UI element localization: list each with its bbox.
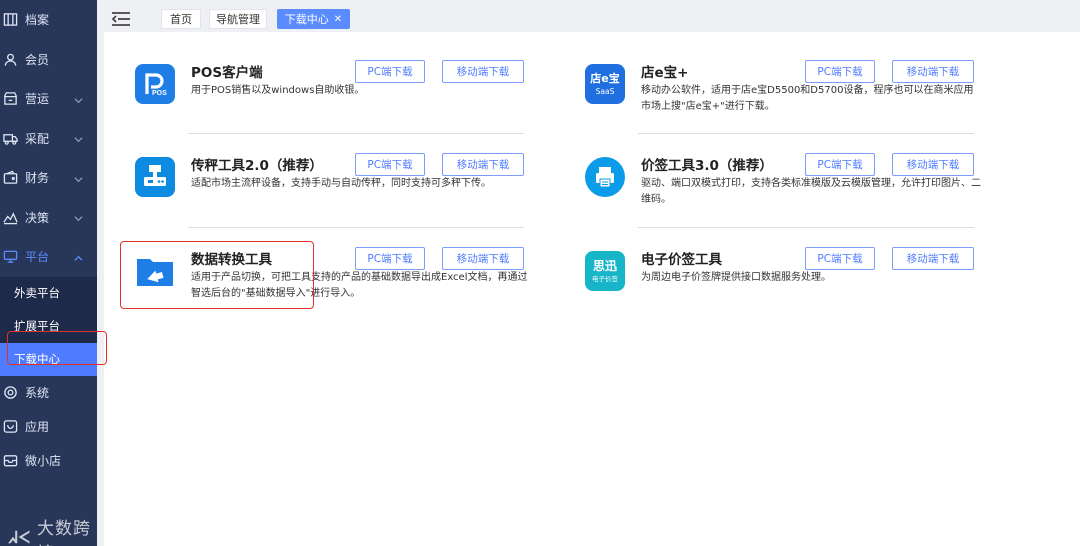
card-description: 移动办公软件，适用于店e宝D5500和D5700设备，程序也可以在商米应用市场上… [641,85,974,112]
sidebar-item-label: 平台 [25,250,50,265]
sidebar-item-label: 系统 [25,386,50,400]
card-description: 为周边电子价签牌提供接口数据服务处理。 [641,272,831,283]
svg-text:POS: POS [152,90,167,97]
sidebar-item-application[interactable]: 应用 [0,410,97,444]
shop-icon [2,453,18,469]
icon-subtext: 电子价签 [592,274,618,283]
monitor-icon [2,249,18,265]
card-title: 传秤工具2.0（推荐） [191,158,323,174]
sidebar-item-label: 营运 [25,92,50,107]
pc-download-button[interactable]: PC端下载 [805,60,875,83]
sidebar-item-label: 决策 [25,210,50,225]
tab-navigation-management[interactable]: 导航管理 [209,9,267,29]
mobile-download-button[interactable]: 移动端下载 [892,153,974,176]
card-title: 电子价签工具 [641,252,722,268]
mobile-download-button[interactable]: 移动端下载 [892,60,974,83]
sidebar-item-archive[interactable]: 档案 [0,0,97,40]
sidebar-subitem-takeaway[interactable]: 外卖平台 [0,277,97,310]
archive-icon [2,12,18,28]
divider [188,133,524,134]
chevron-down-icon [74,94,83,103]
highlight-box [120,241,314,309]
sidebar-item-platform[interactable]: 平台 [0,237,97,277]
app-root: 档案 会员 营运 采配 财务 决策 平台 外卖平台 扩展平台 下载中心 系统 应… [0,0,1080,546]
divider [188,227,524,228]
tab-label: 首页 [170,13,192,26]
collapse-menu-icon[interactable] [111,11,131,27]
store-icon [2,91,18,107]
tab-label: 下载中心 [284,13,329,26]
mobile-download-button[interactable]: 移动端下载 [892,247,974,270]
app-icon [2,419,18,435]
gear-icon [2,385,18,401]
sidebar-item-operation[interactable]: 营运 [0,79,97,119]
user-icon [2,51,18,67]
sidebar-item-mini-shop[interactable]: 微小店 [0,444,97,478]
divider [638,227,974,228]
pc-download-button[interactable]: PC端下载 [355,153,425,176]
card-description: 适配市场主流秤设备，支持手动与自动传秤，同时支持可多秤下传。 [191,178,491,189]
sidebar-item-purchase[interactable]: 采配 [0,119,97,159]
tab-download-center[interactable]: 下载中心 ✕ [277,9,350,29]
card-description: 驱动、端口双模式打印，支持各类标准模版及云模版管理，允许打印图片、二维码。 [641,178,981,205]
pc-download-button[interactable]: PC端下载 [805,247,875,270]
sidebar-item-label: 应用 [25,420,50,434]
pos-icon: POS [135,64,175,104]
icon-subtext: SaaS [595,86,615,96]
sidebar-item-label: 会员 [25,52,50,67]
watermark-text: 大数跨境 [37,519,92,546]
highlight-box [7,331,107,365]
mobile-download-button[interactable]: 移动端下载 [442,247,524,270]
sidebar-lower: 系统 应用 微小店 [0,376,97,478]
tab-home[interactable]: 首页 [161,9,201,29]
truck-icon [2,130,18,146]
sidebar-item-label: 财务 [25,171,50,186]
sidebar-item-decision[interactable]: 决策 [0,198,97,238]
mobile-download-button[interactable]: 移动端下载 [442,153,524,176]
pc-download-button[interactable]: PC端下载 [355,247,425,270]
card-title: POS客户端 [191,65,263,81]
watermark-logo: ᖽᐸ [8,530,32,546]
chevron-up-icon [74,252,83,261]
pc-download-button[interactable]: PC端下载 [355,60,425,83]
scale-icon [135,157,175,197]
wallet-icon [2,170,18,186]
sidebar-item-finance[interactable]: 财务 [0,158,97,198]
pc-download-button[interactable]: PC端下载 [805,153,875,176]
dianebao-icon: 店e宝 SaaS [585,64,625,104]
sidebar-item-label: 档案 [25,13,50,28]
chart-icon [2,209,18,225]
printer-icon [585,157,625,197]
sidebar-item-label: 微小店 [25,454,62,468]
divider [638,133,974,134]
chevron-down-icon [74,173,83,182]
sidebar-item-member[interactable]: 会员 [0,40,97,80]
card-title: 店e宝+ [641,65,689,81]
chevron-down-icon [74,212,83,222]
watermark: ᖽᐸ 大数跨境 [8,514,97,546]
card-title: 价签工具3.0（推荐） [641,158,773,174]
chevron-down-icon [74,133,83,143]
mobile-download-button[interactable]: 移动端下载 [442,60,524,83]
sixun-icon: 思迅 电子价签 [585,251,625,291]
sidebar-item-label: 采配 [25,131,50,146]
card-description: 用于POS销售以及windows自助收银。 [191,85,365,96]
sidebar: 档案 会员 营运 采配 财务 决策 平台 外卖平台 扩展平台 下载中心 系统 应… [0,0,97,546]
sidebar-item-system[interactable]: 系统 [0,376,97,410]
tab-label: 导航管理 [216,13,260,26]
icon-text: 思迅 [592,258,617,273]
icon-text: 店e宝 [590,71,620,85]
close-icon[interactable]: ✕ [334,14,342,25]
